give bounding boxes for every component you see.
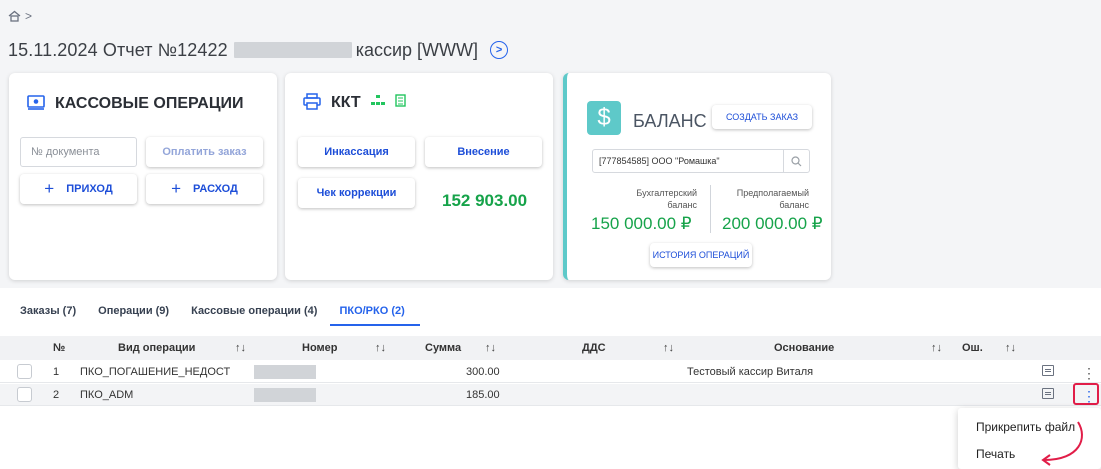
kkt-card: ККТ Инкассация Внесение Чек коррекции 15… <box>285 73 553 280</box>
client-select[interactable]: [777854585] ООО "Ромашка" <box>592 149 810 173</box>
row-basis: Тестовый кассир Виталя <box>687 366 814 378</box>
sort-icon[interactable]: ↑↓ <box>235 342 246 354</box>
accounting-balance-amount: 150 000.00 ₽ <box>591 214 692 233</box>
income-label: ПРИХОД <box>66 183 113 195</box>
operations-history-button[interactable]: ИСТОРИЯ ОПЕРАЦИЙ <box>650 243 752 267</box>
col-sum[interactable]: Сумма <box>425 342 461 354</box>
col-errors[interactable]: Ош. <box>962 342 983 354</box>
breadcrumb-separator: > <box>25 9 33 23</box>
row-sum: 300.00 <box>466 366 500 378</box>
collection-button[interactable]: Инкассация <box>298 137 415 167</box>
create-order-button[interactable]: СОЗДАТЬ ЗАКАЗ <box>712 105 812 129</box>
deposit-button[interactable]: Внесение <box>425 137 542 167</box>
col-basis[interactable]: Основание <box>774 342 834 354</box>
row-num: 2 <box>53 389 60 401</box>
sort-icon[interactable]: ↑↓ <box>663 342 674 354</box>
id-card-icon[interactable] <box>1042 388 1054 399</box>
accounting-balance-label: Бухгалтерский баланс <box>617 187 697 211</box>
balance-title: БАЛАНС <box>633 111 707 131</box>
balance-divider <box>710 185 711 233</box>
annotation-arrow <box>1041 421 1083 466</box>
sort-icon[interactable]: ↑↓ <box>485 342 496 354</box>
row-sum: 185.00 <box>466 389 500 401</box>
col-number[interactable]: Номер <box>302 342 338 354</box>
tab-operations[interactable]: Операции (9) <box>98 305 169 317</box>
cash-operations-header: КАССОВЫЕ ОПЕРАЦИИ <box>27 95 244 113</box>
row-op-type: ПКО_ADM <box>80 389 134 401</box>
cashier-label: кассир [WWW] <box>355 39 479 60</box>
kkt-amount: 152 903.00 <box>442 191 528 210</box>
col-dds[interactable]: ДДС <box>582 342 606 354</box>
document-number-input[interactable]: № документа <box>20 137 137 167</box>
plus-icon: + <box>171 179 182 198</box>
redacted-number <box>254 365 316 379</box>
row-checkbox[interactable] <box>17 364 32 379</box>
sort-icon[interactable]: ↑↓ <box>1005 342 1016 354</box>
row-op-type: ПКО_ПОГАШЕНИЕ_НЕДОСТ <box>80 366 231 378</box>
expense-button[interactable]: + РАСХОД <box>146 174 263 204</box>
more-vertical-icon[interactable]: ⋮ <box>1082 366 1096 380</box>
printer-icon <box>303 93 321 113</box>
tab-cash-operations[interactable]: Кассовые операции (4) <box>191 305 317 317</box>
tab-pko-rko[interactable]: ПКО/РКО (2) <box>339 305 404 317</box>
col-num: № <box>53 342 66 354</box>
correction-receipt-button[interactable]: Чек коррекции <box>298 178 415 208</box>
highlight-box <box>1073 383 1099 405</box>
active-tab-indicator <box>330 324 420 326</box>
report-title: 15.11.2024 Отчет №12422 <box>8 39 228 60</box>
network-icon <box>370 94 385 112</box>
pay-order-button[interactable]: Оплатить заказ <box>146 137 263 167</box>
sort-icon[interactable]: ↑↓ <box>931 342 942 354</box>
table-row[interactable]: 2 ПКО_ADM 185.00 ⋮ <box>0 384 1101 406</box>
cash-operations-title: КАССОВЫЕ ОПЕРАЦИИ <box>55 95 244 112</box>
expected-balance-label-line1: Предполагаемый <box>736 188 809 198</box>
income-button[interactable]: + ПРИХОД <box>20 174 137 204</box>
accounting-balance-label-line1: Бухгалтерский <box>636 188 697 198</box>
redacted-number <box>254 388 316 402</box>
sort-icon[interactable]: ↑↓ <box>375 342 386 354</box>
dollar-icon: $ <box>587 101 621 135</box>
cash-register-icon <box>27 95 45 113</box>
accounting-balance-label-line2: баланс <box>667 200 697 210</box>
operations-panel: Заказы (7) Операции (9) Кассовые операци… <box>0 288 1101 469</box>
home-icon[interactable] <box>8 10 21 22</box>
client-value: [777854585] ООО "Ромашка" <box>599 156 720 166</box>
expected-balance-label-line2: баланс <box>779 200 809 210</box>
cash-operations-card: КАССОВЫЕ ОПЕРАЦИИ № документа Оплатить з… <box>9 73 277 280</box>
breadcrumb: > <box>8 9 32 23</box>
expense-label: РАСХОД <box>193 183 238 195</box>
col-op-type[interactable]: Вид операции <box>118 342 195 354</box>
fiscal-storage-icon <box>395 94 406 112</box>
kkt-header: ККТ <box>303 93 406 113</box>
plus-icon: + <box>44 179 55 198</box>
redacted-name <box>233 42 352 58</box>
row-num: 1 <box>53 366 60 378</box>
kkt-title: ККТ <box>331 94 361 111</box>
expected-balance-label: Предполагаемый баланс <box>727 187 809 211</box>
table-row[interactable]: 1 ПКО_ПОГАШЕНИЕ_НЕДОСТ 300.00 Тестовый к… <box>0 361 1101 383</box>
print-menu-item[interactable]: Печать <box>976 447 1015 461</box>
id-card-icon[interactable] <box>1042 365 1054 376</box>
tabs: Заказы (7) Операции (9) Кассовые операци… <box>20 305 405 317</box>
tab-orders[interactable]: Заказы (7) <box>20 305 76 317</box>
expected-balance-amount: 200 000.00 ₽ <box>722 214 823 233</box>
row-checkbox[interactable] <box>17 387 32 402</box>
table-header: № Вид операции ↑↓ Номер ↑↓ Сумма ↑↓ ДДС … <box>0 336 1101 360</box>
search-icon[interactable] <box>783 150 809 172</box>
arrow-right-circle-icon[interactable]: > <box>490 41 509 59</box>
balance-card: $ БАЛАНС СОЗДАТЬ ЗАКАЗ [777854585] ООО "… <box>563 73 831 280</box>
page-title: 15.11.2024 Отчет №12422 кассир [WWW] > <box>8 37 509 63</box>
